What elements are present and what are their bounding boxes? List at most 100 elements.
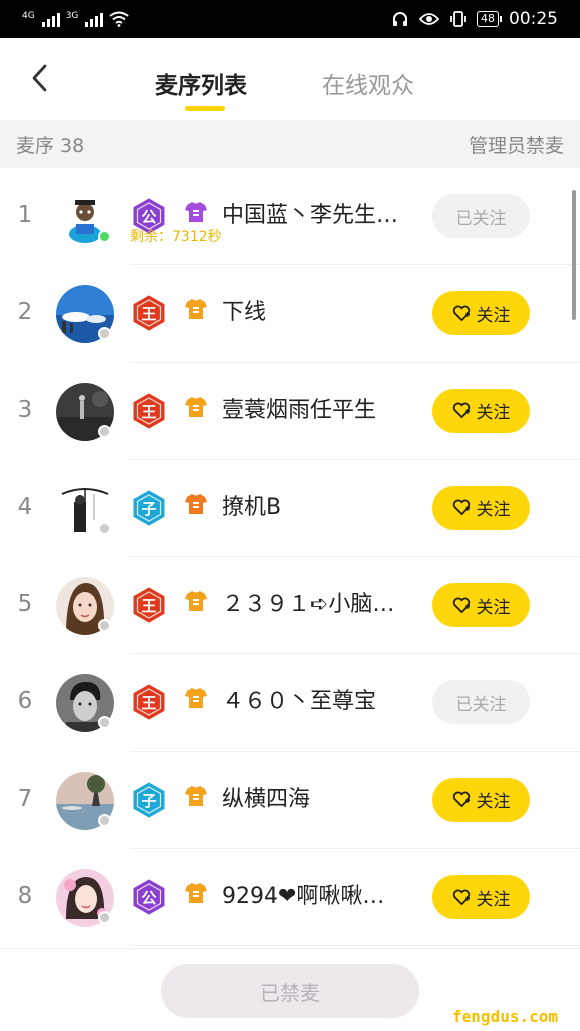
username: ４６０丶至尊宝 xyxy=(222,689,377,715)
rank-number: 6 xyxy=(17,688,33,715)
online-status-dot xyxy=(98,230,111,243)
badge-label: 王 xyxy=(141,694,157,713)
admin-mute-link[interactable]: 管理员禁麦 xyxy=(469,131,564,158)
follow-button[interactable]: 关注 xyxy=(432,388,530,433)
badge-label: 公 xyxy=(141,208,157,226)
username: 纵横四海 xyxy=(222,786,311,812)
online-status-dot xyxy=(98,327,111,341)
header: 麦序列表 在线观众 xyxy=(0,38,580,120)
shirt-icon xyxy=(184,395,208,419)
queue-row[interactable]: 1 公 中国蓝丶李先生… 剩余：7312秒 已关注 xyxy=(0,168,580,266)
back-arrow-icon[interactable] xyxy=(28,62,52,94)
online-status-dot xyxy=(98,911,111,925)
tab-online-audience[interactable]: 在线观众 xyxy=(322,66,414,100)
battery-indicator: 48 xyxy=(477,11,502,27)
queue-row[interactable]: 7 子 纵横四海 关注 xyxy=(0,752,580,850)
follow-button[interactable]: 关注 xyxy=(432,485,530,530)
badge-label: 王 xyxy=(141,305,157,324)
queue-row[interactable]: 6 王 ４６０丶至尊宝 已关注 xyxy=(0,654,580,752)
queue-row[interactable]: 8 公 9294❤啊啾啾… 关注 xyxy=(0,849,580,947)
username: 中国蓝丶李先生… xyxy=(222,203,399,228)
follow-label: 关注 xyxy=(476,305,511,326)
online-status-dot xyxy=(98,716,111,730)
badge-label: 王 xyxy=(141,597,157,616)
level-badge-icon: 王 xyxy=(132,295,166,331)
remaining-time: 剩余：7312秒 xyxy=(130,229,222,245)
rank-number: 7 xyxy=(17,785,33,812)
status-bar-right: 48 00:25 xyxy=(391,9,558,29)
rank-number: 4 xyxy=(17,493,33,520)
footer: 已禁麦 fengdus.com xyxy=(0,948,580,1031)
level-badge-icon: 子 xyxy=(132,490,166,526)
level-badge-icon: 公 xyxy=(132,879,166,915)
mic-queue-list: 1 公中国蓝丶李先生… 剩余：7312秒 已关注 2 王下线 关注 3 王壹蓑烟雨任平生 关注 4 子… xyxy=(0,168,580,947)
eye-icon xyxy=(419,13,439,25)
shirt-icon xyxy=(184,881,208,905)
network-type-1: 4G xyxy=(22,11,35,21)
rank-number: 1 xyxy=(17,202,33,228)
follow-label: 关注 xyxy=(476,403,511,424)
queue-row[interactable]: 5 王 ２３９１➪小脑… 关注 xyxy=(0,557,580,655)
username: 9294❤啊啾啾… xyxy=(222,884,385,910)
username: 壹蓑烟雨任平生 xyxy=(222,397,377,423)
follow-button[interactable]: 关注 xyxy=(432,875,530,920)
follow-label: 关注 xyxy=(476,889,511,910)
heart-plus-icon xyxy=(452,402,471,419)
follow-button[interactable]: 关注 xyxy=(432,777,530,822)
follow-label: 关注 xyxy=(476,792,511,813)
shirt-icon xyxy=(184,492,208,516)
online-status-dot xyxy=(98,521,111,535)
muted-button[interactable]: 已禁麦 xyxy=(161,964,419,1018)
shirt-icon xyxy=(184,686,208,710)
tab-active-indicator xyxy=(185,106,225,111)
follow-label: 已关注 xyxy=(455,208,507,229)
heart-plus-icon xyxy=(452,499,471,516)
watermark: fengdus.com xyxy=(452,1007,558,1026)
headphones-icon xyxy=(393,12,407,26)
badge-label: 公 xyxy=(141,889,157,908)
heart-plus-icon xyxy=(452,305,471,322)
tab-mic-queue[interactable]: 麦序列表 xyxy=(155,66,247,100)
online-status-dot xyxy=(98,813,111,827)
badge-label: 子 xyxy=(141,499,157,518)
badge-label: 王 xyxy=(141,402,157,421)
queue-row[interactable]: 4 子 撩机B 关注 xyxy=(0,460,580,558)
heart-plus-icon xyxy=(452,889,471,906)
queue-row[interactable]: 3 王 壹蓑烟雨任平生 关注 xyxy=(0,363,580,460)
shirt-icon xyxy=(184,200,208,224)
online-status-dot xyxy=(98,424,111,438)
rank-number: 3 xyxy=(17,396,33,423)
follow-label: 已关注 xyxy=(455,694,507,715)
level-badge-icon: 王 xyxy=(132,393,166,429)
level-badge-icon: 王 xyxy=(132,587,166,623)
follow-label: 关注 xyxy=(476,597,511,618)
badge-label: 子 xyxy=(141,791,157,810)
status-bar: 4G 3G 48 00:25 xyxy=(0,0,580,38)
signal-icon xyxy=(41,11,60,27)
level-badge-icon: 王 xyxy=(132,684,166,721)
queue-count: 麦序 38 xyxy=(16,134,85,157)
divider xyxy=(130,945,580,947)
shirt-icon xyxy=(184,297,208,321)
queue-row[interactable]: 2 王 下线 关注 xyxy=(0,265,580,363)
followed-button[interactable]: 已关注 xyxy=(432,194,530,238)
clock: 00:25 xyxy=(509,9,558,29)
heart-plus-icon xyxy=(452,597,471,614)
shirt-icon xyxy=(184,589,208,613)
network-type-2: 3G xyxy=(65,11,79,21)
signal-icon-2 xyxy=(85,11,104,27)
heart-plus-icon xyxy=(452,791,471,808)
scrollbar[interactable] xyxy=(572,190,576,320)
queue-info-bar: 麦序 38 管理员禁麦 xyxy=(0,120,580,168)
rank-number: 2 xyxy=(17,299,33,326)
level-badge-icon: 子 xyxy=(132,782,166,818)
vibrate-icon xyxy=(450,11,466,27)
username: 撩机B xyxy=(222,494,282,520)
follow-button[interactable]: 关注 xyxy=(432,291,530,336)
username: 下线 xyxy=(222,300,267,326)
followed-button[interactable]: 已关注 xyxy=(432,680,530,725)
username: ２３９１➪小脑… xyxy=(222,592,395,618)
status-bar-left: 4G 3G xyxy=(22,11,130,27)
rank-number: 8 xyxy=(17,883,33,910)
follow-button[interactable]: 关注 xyxy=(432,583,530,628)
